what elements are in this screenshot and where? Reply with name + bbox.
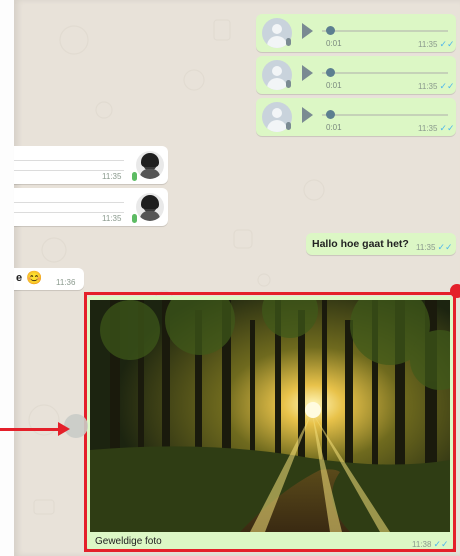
audio-track[interactable] [322, 30, 448, 32]
smile-emoji-icon: 😊 [26, 270, 43, 285]
highlight-frame [84, 292, 456, 552]
audio-scrubber[interactable] [326, 26, 335, 35]
audio-scrubber[interactable] [326, 68, 335, 77]
double-check-icon: ✓✓ [439, 39, 455, 49]
voice-duration: 0:01 [326, 123, 342, 132]
voice-duration: 0:01 [326, 81, 342, 90]
play-icon[interactable] [302, 23, 313, 39]
play-icon[interactable] [302, 107, 313, 123]
incoming-voice-message-2[interactable]: 11:35 [14, 188, 168, 226]
audio-scrubber[interactable] [326, 110, 335, 119]
message-time: 11:35 ✓✓ [418, 81, 455, 91]
audio-track[interactable] [14, 202, 124, 203]
audio-track[interactable] [322, 72, 448, 74]
annotation-badge [450, 284, 460, 298]
annotation-arrow [0, 428, 58, 431]
double-check-icon: ✓✓ [439, 81, 455, 91]
message-text: Hallo hoe gaat het? [312, 238, 409, 250]
voice-duration: 0:01 [326, 39, 342, 48]
voice-message-2[interactable]: 0:01 11:35 ✓✓ [256, 56, 456, 94]
left-panel-edge [0, 0, 14, 556]
microphone-icon [132, 172, 137, 181]
incoming-voice-message-1[interactable]: 11:35 [14, 146, 168, 184]
voice-message-3[interactable]: 0:01 11:35 ✓✓ [256, 98, 456, 136]
audio-track-lower [14, 212, 124, 213]
message-time: 11:35 ✓✓ [418, 123, 455, 133]
double-check-icon: ✓✓ [437, 242, 453, 252]
double-check-icon: ✓✓ [439, 123, 455, 133]
message-time: 11:36 [56, 278, 76, 287]
audio-track[interactable] [322, 114, 448, 116]
outgoing-text-message[interactable]: Hallo hoe gaat het? 11:35 ✓✓ [306, 233, 456, 255]
message-time: 11:35 ✓✓ [416, 242, 453, 252]
message-text: e [16, 272, 23, 284]
message-time: 11:35 ✓✓ [418, 39, 455, 49]
voice-message-1[interactable]: 0:01 11:35 ✓✓ [256, 14, 456, 52]
audio-track-lower [14, 170, 124, 171]
message-time: 11:35 [102, 172, 122, 181]
microphone-icon [286, 38, 291, 46]
microphone-icon [286, 80, 291, 88]
microphone-icon [286, 122, 291, 130]
arrow-head-icon [58, 422, 70, 436]
sender-avatar[interactable] [136, 193, 164, 221]
play-icon[interactable] [302, 65, 313, 81]
microphone-icon [132, 214, 137, 223]
audio-track[interactable] [14, 160, 124, 161]
message-time: 11:35 [102, 214, 122, 223]
sender-avatar[interactable] [136, 151, 164, 179]
incoming-text-message[interactable]: e 😊 11:36 [14, 268, 84, 290]
